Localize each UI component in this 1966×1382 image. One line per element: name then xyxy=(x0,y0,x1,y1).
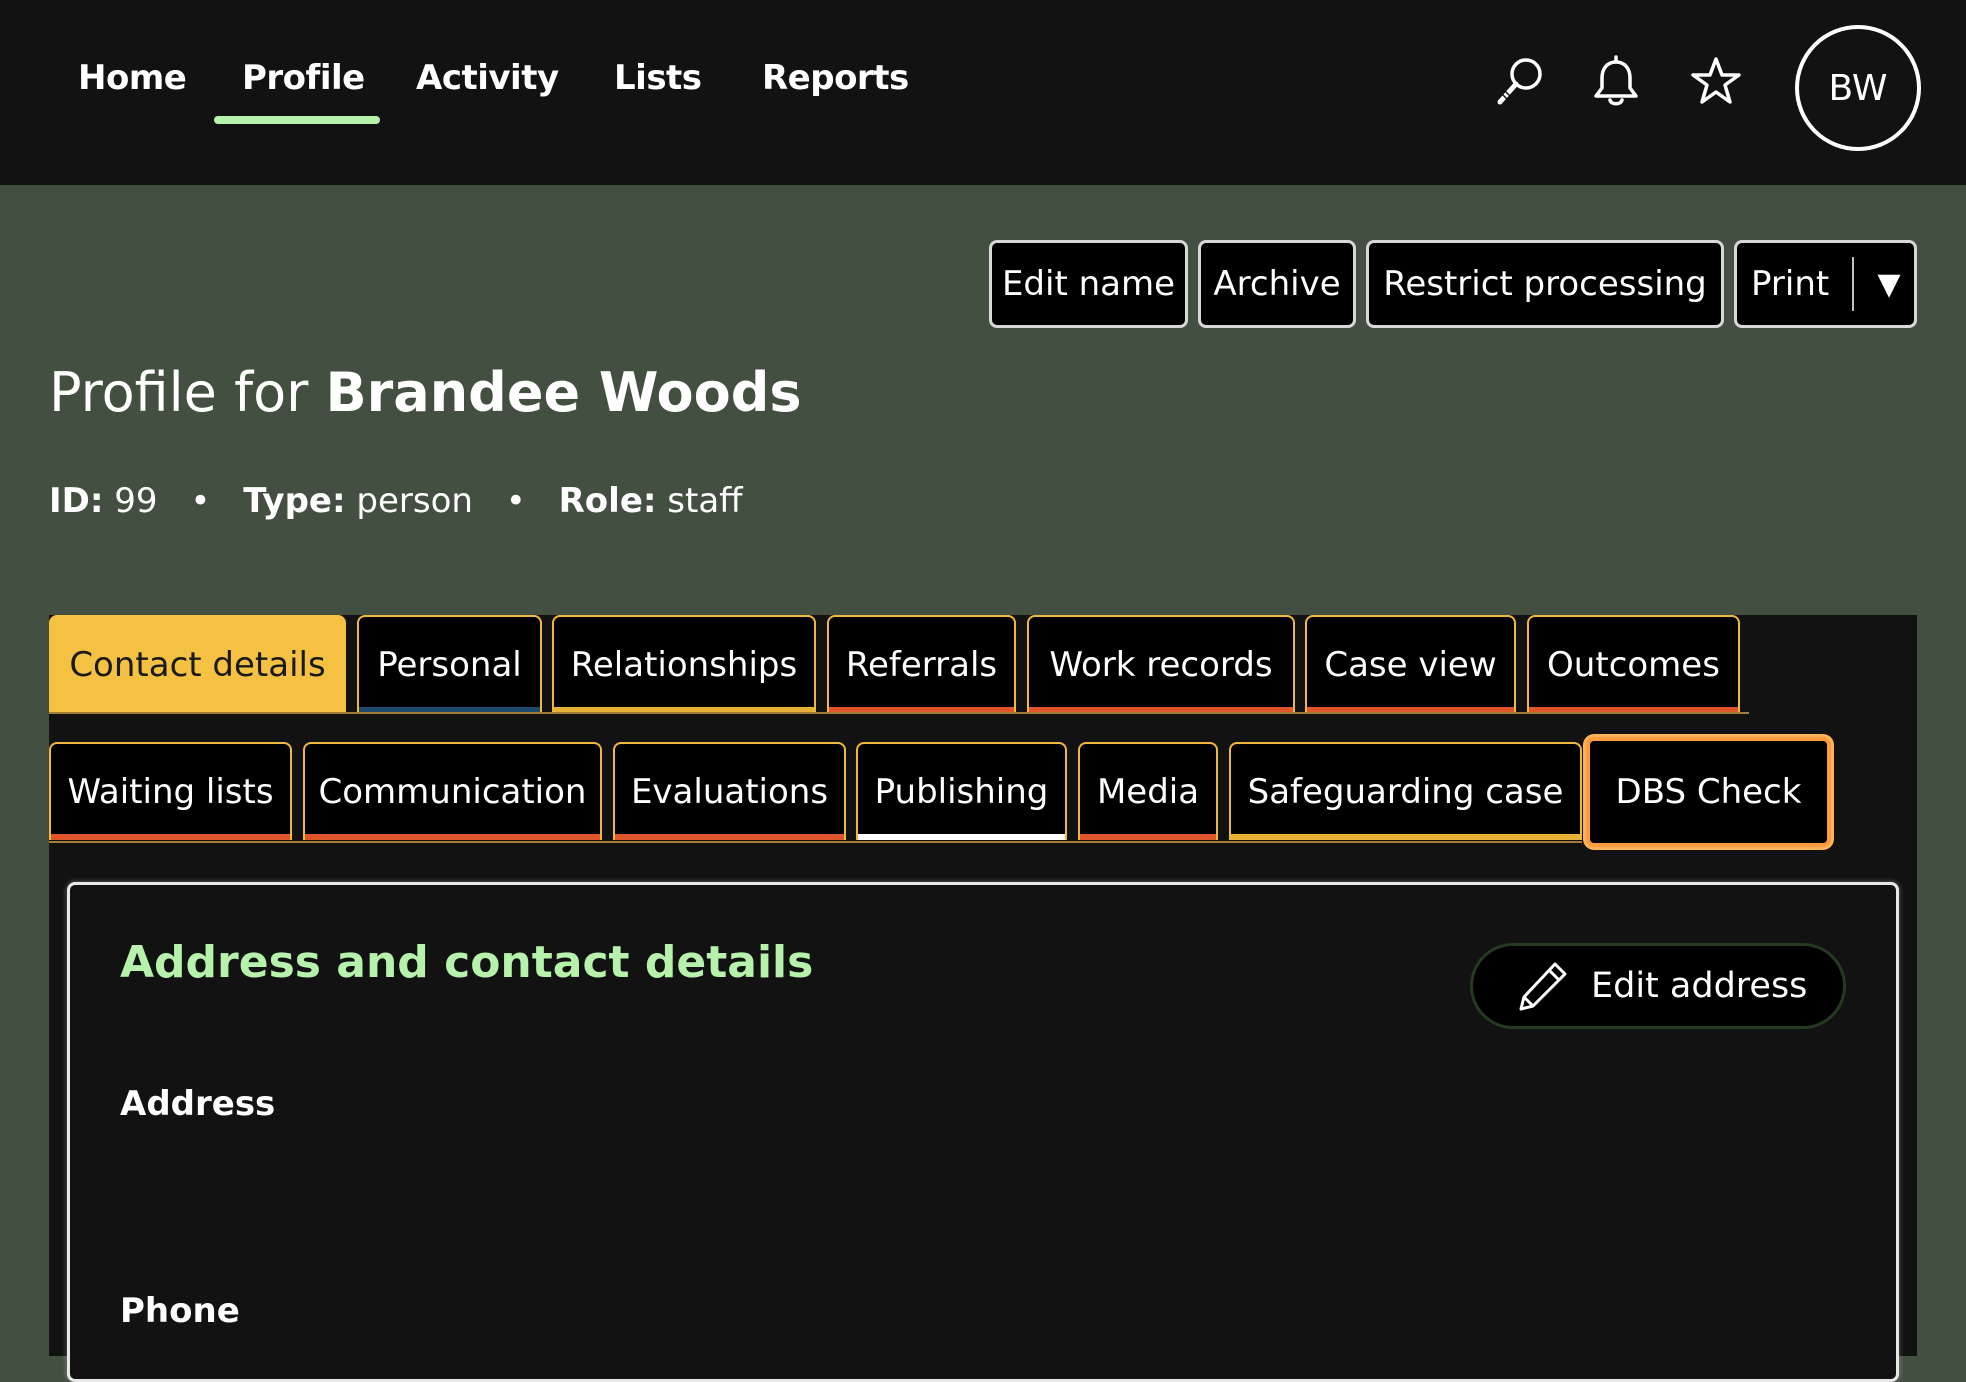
tab-row-divider xyxy=(49,712,1749,714)
nav-home[interactable]: Home xyxy=(78,54,187,102)
page-title: Profile for Brandee Woods xyxy=(49,358,802,428)
tab-publishing[interactable]: Publishing xyxy=(856,742,1067,840)
print-button[interactable]: Print ▼ xyxy=(1734,240,1917,328)
search-icon[interactable] xyxy=(1492,54,1548,110)
meta-separator: • xyxy=(505,481,526,521)
type-value: person xyxy=(356,481,473,521)
tab-label: Media xyxy=(1096,772,1200,812)
tab-safeguarding-case[interactable]: Safeguarding case xyxy=(1229,742,1582,840)
tab-label: Waiting lists xyxy=(67,772,274,812)
tab-label: DBS Check xyxy=(1615,772,1802,812)
type-label: Type: xyxy=(243,481,346,521)
print-divider xyxy=(1852,257,1854,311)
tab-label: Evaluations xyxy=(630,772,829,812)
print-dropdown-caret-icon[interactable]: ▼ xyxy=(1865,243,1913,325)
tab-work-records[interactable]: Work records xyxy=(1027,615,1295,713)
tab-label: Contact details xyxy=(69,645,326,685)
tab-evaluations[interactable]: Evaluations xyxy=(613,742,846,840)
bell-icon[interactable] xyxy=(1588,54,1644,110)
tab-contact-details[interactable]: Contact details xyxy=(49,615,346,713)
edit-address-button[interactable]: Edit address xyxy=(1470,943,1846,1029)
tab-indicator xyxy=(1080,834,1216,840)
tab-communication[interactable]: Communication xyxy=(303,742,602,840)
tab-label: Personal xyxy=(377,645,522,685)
profile-name: Brandee Woods xyxy=(325,361,802,424)
title-prefix: Profile for xyxy=(49,361,309,424)
nav-activity[interactable]: Activity xyxy=(416,54,559,102)
star-icon[interactable] xyxy=(1688,54,1744,110)
tab-case-view[interactable]: Case view xyxy=(1305,615,1516,713)
tab-label: Publishing xyxy=(874,772,1049,812)
tab-label: Relationships xyxy=(570,645,798,685)
tab-indicator xyxy=(615,834,844,840)
tab-label: Communication xyxy=(318,772,587,812)
tab-referrals[interactable]: Referrals xyxy=(827,615,1016,713)
contact-details-card: Address and contact details Edit address… xyxy=(67,882,1899,1382)
tab-relationships[interactable]: Relationships xyxy=(552,615,816,713)
nav-profile[interactable]: Profile xyxy=(242,54,365,102)
tab-indicator xyxy=(305,834,600,840)
tab-label: Work records xyxy=(1049,645,1273,685)
tab-media[interactable]: Media xyxy=(1078,742,1218,840)
tab-label: Outcomes xyxy=(1547,645,1720,685)
tab-row-divider xyxy=(49,841,1582,843)
top-navigation: Home Profile Activity Lists Reports BW xyxy=(0,0,1966,185)
tab-outcomes[interactable]: Outcomes xyxy=(1527,615,1740,713)
restrict-processing-button[interactable]: Restrict processing xyxy=(1366,240,1724,328)
meta-separator: • xyxy=(190,481,211,521)
pencil-icon xyxy=(1519,962,1567,1011)
tab-personal[interactable]: Personal xyxy=(357,615,542,713)
tab-label: Referrals xyxy=(845,645,998,685)
user-avatar[interactable]: BW xyxy=(1795,25,1921,151)
print-label: Print xyxy=(1751,264,1830,304)
card-title: Address and contact details xyxy=(120,937,814,988)
tab-dbs-check[interactable]: DBS Check xyxy=(1586,737,1831,847)
role-label: Role: xyxy=(558,481,657,521)
tab-waiting-lists[interactable]: Waiting lists xyxy=(49,742,292,840)
archive-button[interactable]: Archive xyxy=(1198,240,1356,328)
tab-indicator xyxy=(1231,834,1580,840)
role-value: staff xyxy=(667,481,743,521)
nav-reports[interactable]: Reports xyxy=(762,54,909,102)
tab-label: Safeguarding case xyxy=(1247,772,1564,812)
phone-label: Phone xyxy=(120,1291,240,1331)
id-label: ID: xyxy=(49,481,104,521)
nav-lists[interactable]: Lists xyxy=(614,54,702,102)
tab-indicator xyxy=(858,834,1065,840)
nav-active-indicator xyxy=(214,116,380,124)
tab-label: Case view xyxy=(1324,645,1497,685)
address-label: Address xyxy=(120,1084,276,1124)
id-value: 99 xyxy=(114,481,158,521)
profile-meta: ID: 99 • Type: person • Role: staff xyxy=(49,478,743,524)
tab-indicator xyxy=(51,834,290,840)
edit-name-button[interactable]: Edit name xyxy=(989,240,1188,328)
edit-address-label: Edit address xyxy=(1591,966,1808,1006)
